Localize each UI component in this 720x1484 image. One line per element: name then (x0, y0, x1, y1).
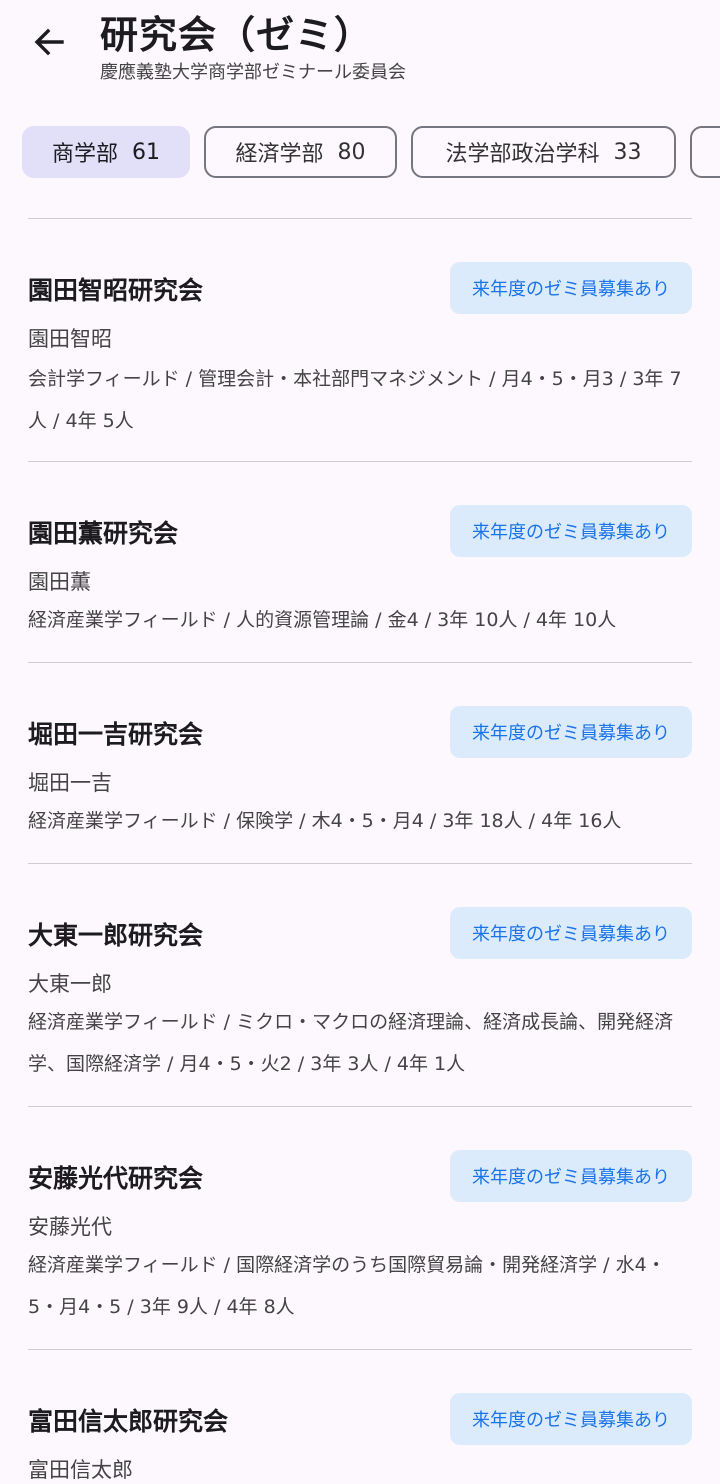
seminar-name: 堀田一吉研究会 (28, 720, 204, 749)
list-item[interactable]: 富田信太郎研究会 来年度のゼミ員募集あり 富田信太郎 (28, 1349, 692, 1482)
recruiting-badge: 来年度のゼミ員募集あり (450, 1150, 692, 1202)
seminar-details: 経済産業学フィールド / 人的資源管理論 / 金4 / 3年 10人 / 4年 … (28, 609, 617, 631)
tab-label: 法学部政治学科 (445, 142, 600, 167)
tab-count: 33 (613, 139, 642, 165)
tab-label: 商学部 (51, 142, 118, 167)
tab-count: 80 (337, 139, 366, 165)
recruiting-badge: 来年度のゼミ員募集あり (450, 706, 692, 758)
page-subtitle: 慶應義塾大学商学部ゼミナール委員会 (100, 62, 406, 83)
arrow-left-icon (34, 28, 64, 56)
seminar-list: 園田智昭研究会 来年度のゼミ員募集あり 園田智昭 会計学フィールド / 管理会計… (28, 218, 692, 1482)
seminar-name: 大東一郎研究会 (28, 921, 204, 950)
list-item[interactable]: 園田薫研究会 来年度のゼミ員募集あり 園田薫 経済産業学フィールド / 人的資源… (28, 461, 692, 662)
seminar-name: 安藤光代研究会 (28, 1164, 204, 1193)
tab-commerce[interactable]: 商学部 61 (22, 126, 190, 178)
professor-name: 園田智昭 (28, 327, 112, 351)
seminar-details: 経済産業学フィールド / ミクロ・マクロの経済理論、経済成長論、開発経済学、国際… (28, 1011, 674, 1075)
seminar-name: 富田信太郎研究会 (28, 1407, 229, 1436)
recruiting-badge: 来年度のゼミ員募集あり (450, 1393, 692, 1445)
list-item[interactable]: 安藤光代研究会 来年度のゼミ員募集あり 安藤光代 経済産業学フィールド / 国際… (28, 1106, 692, 1349)
list-item[interactable]: 大東一郎研究会 来年度のゼミ員募集あり 大東一郎 経済産業学フィールド / ミク… (28, 863, 692, 1106)
seminar-name: 園田智昭研究会 (28, 276, 204, 305)
list-item[interactable]: 堀田一吉研究会 来年度のゼミ員募集あり 堀田一吉 経済産業学フィールド / 保険… (28, 662, 692, 863)
seminar-details: 会計学フィールド / 管理会計・本社部門マネジメント / 月4・5・月3 / 3… (28, 368, 682, 432)
faculty-tabs: 商学部 61 経済学部 80 法学部政治学科 33 (0, 126, 720, 182)
professor-name: 堀田一吉 (28, 771, 112, 795)
seminar-details: 経済産業学フィールド / 保険学 / 木4・5・月4 / 3年 18人 / 4年… (28, 810, 622, 832)
professor-name: 大東一郎 (28, 972, 112, 996)
recruiting-badge: 来年度のゼミ員募集あり (450, 262, 692, 314)
tab-count: 61 (132, 139, 160, 165)
app-bar: 研究会（ゼミ） 慶應義塾大学商学部ゼミナール委員会 (0, 0, 720, 100)
tab-label: 経済学部 (235, 142, 324, 167)
seminar-details: 経済産業学フィールド / 国際経済学のうち国際貿易論・開発経済学 / 水4・5・… (28, 1254, 666, 1318)
back-button[interactable] (26, 20, 74, 64)
page-title: 研究会（ゼミ） (100, 13, 374, 57)
seminar-name: 園田薫研究会 (28, 519, 179, 548)
tab-economics[interactable]: 経済学部 80 (204, 126, 397, 178)
professor-name: 安藤光代 (28, 1215, 112, 1239)
list-item[interactable]: 園田智昭研究会 来年度のゼミ員募集あり 園田智昭 会計学フィールド / 管理会計… (28, 218, 692, 461)
tab-next-partial[interactable] (690, 126, 720, 178)
professor-name: 富田信太郎 (28, 1458, 133, 1482)
professor-name: 園田薫 (28, 570, 91, 594)
tab-law-politics[interactable]: 法学部政治学科 33 (411, 126, 676, 178)
recruiting-badge: 来年度のゼミ員募集あり (450, 505, 692, 557)
recruiting-badge: 来年度のゼミ員募集あり (450, 907, 692, 959)
